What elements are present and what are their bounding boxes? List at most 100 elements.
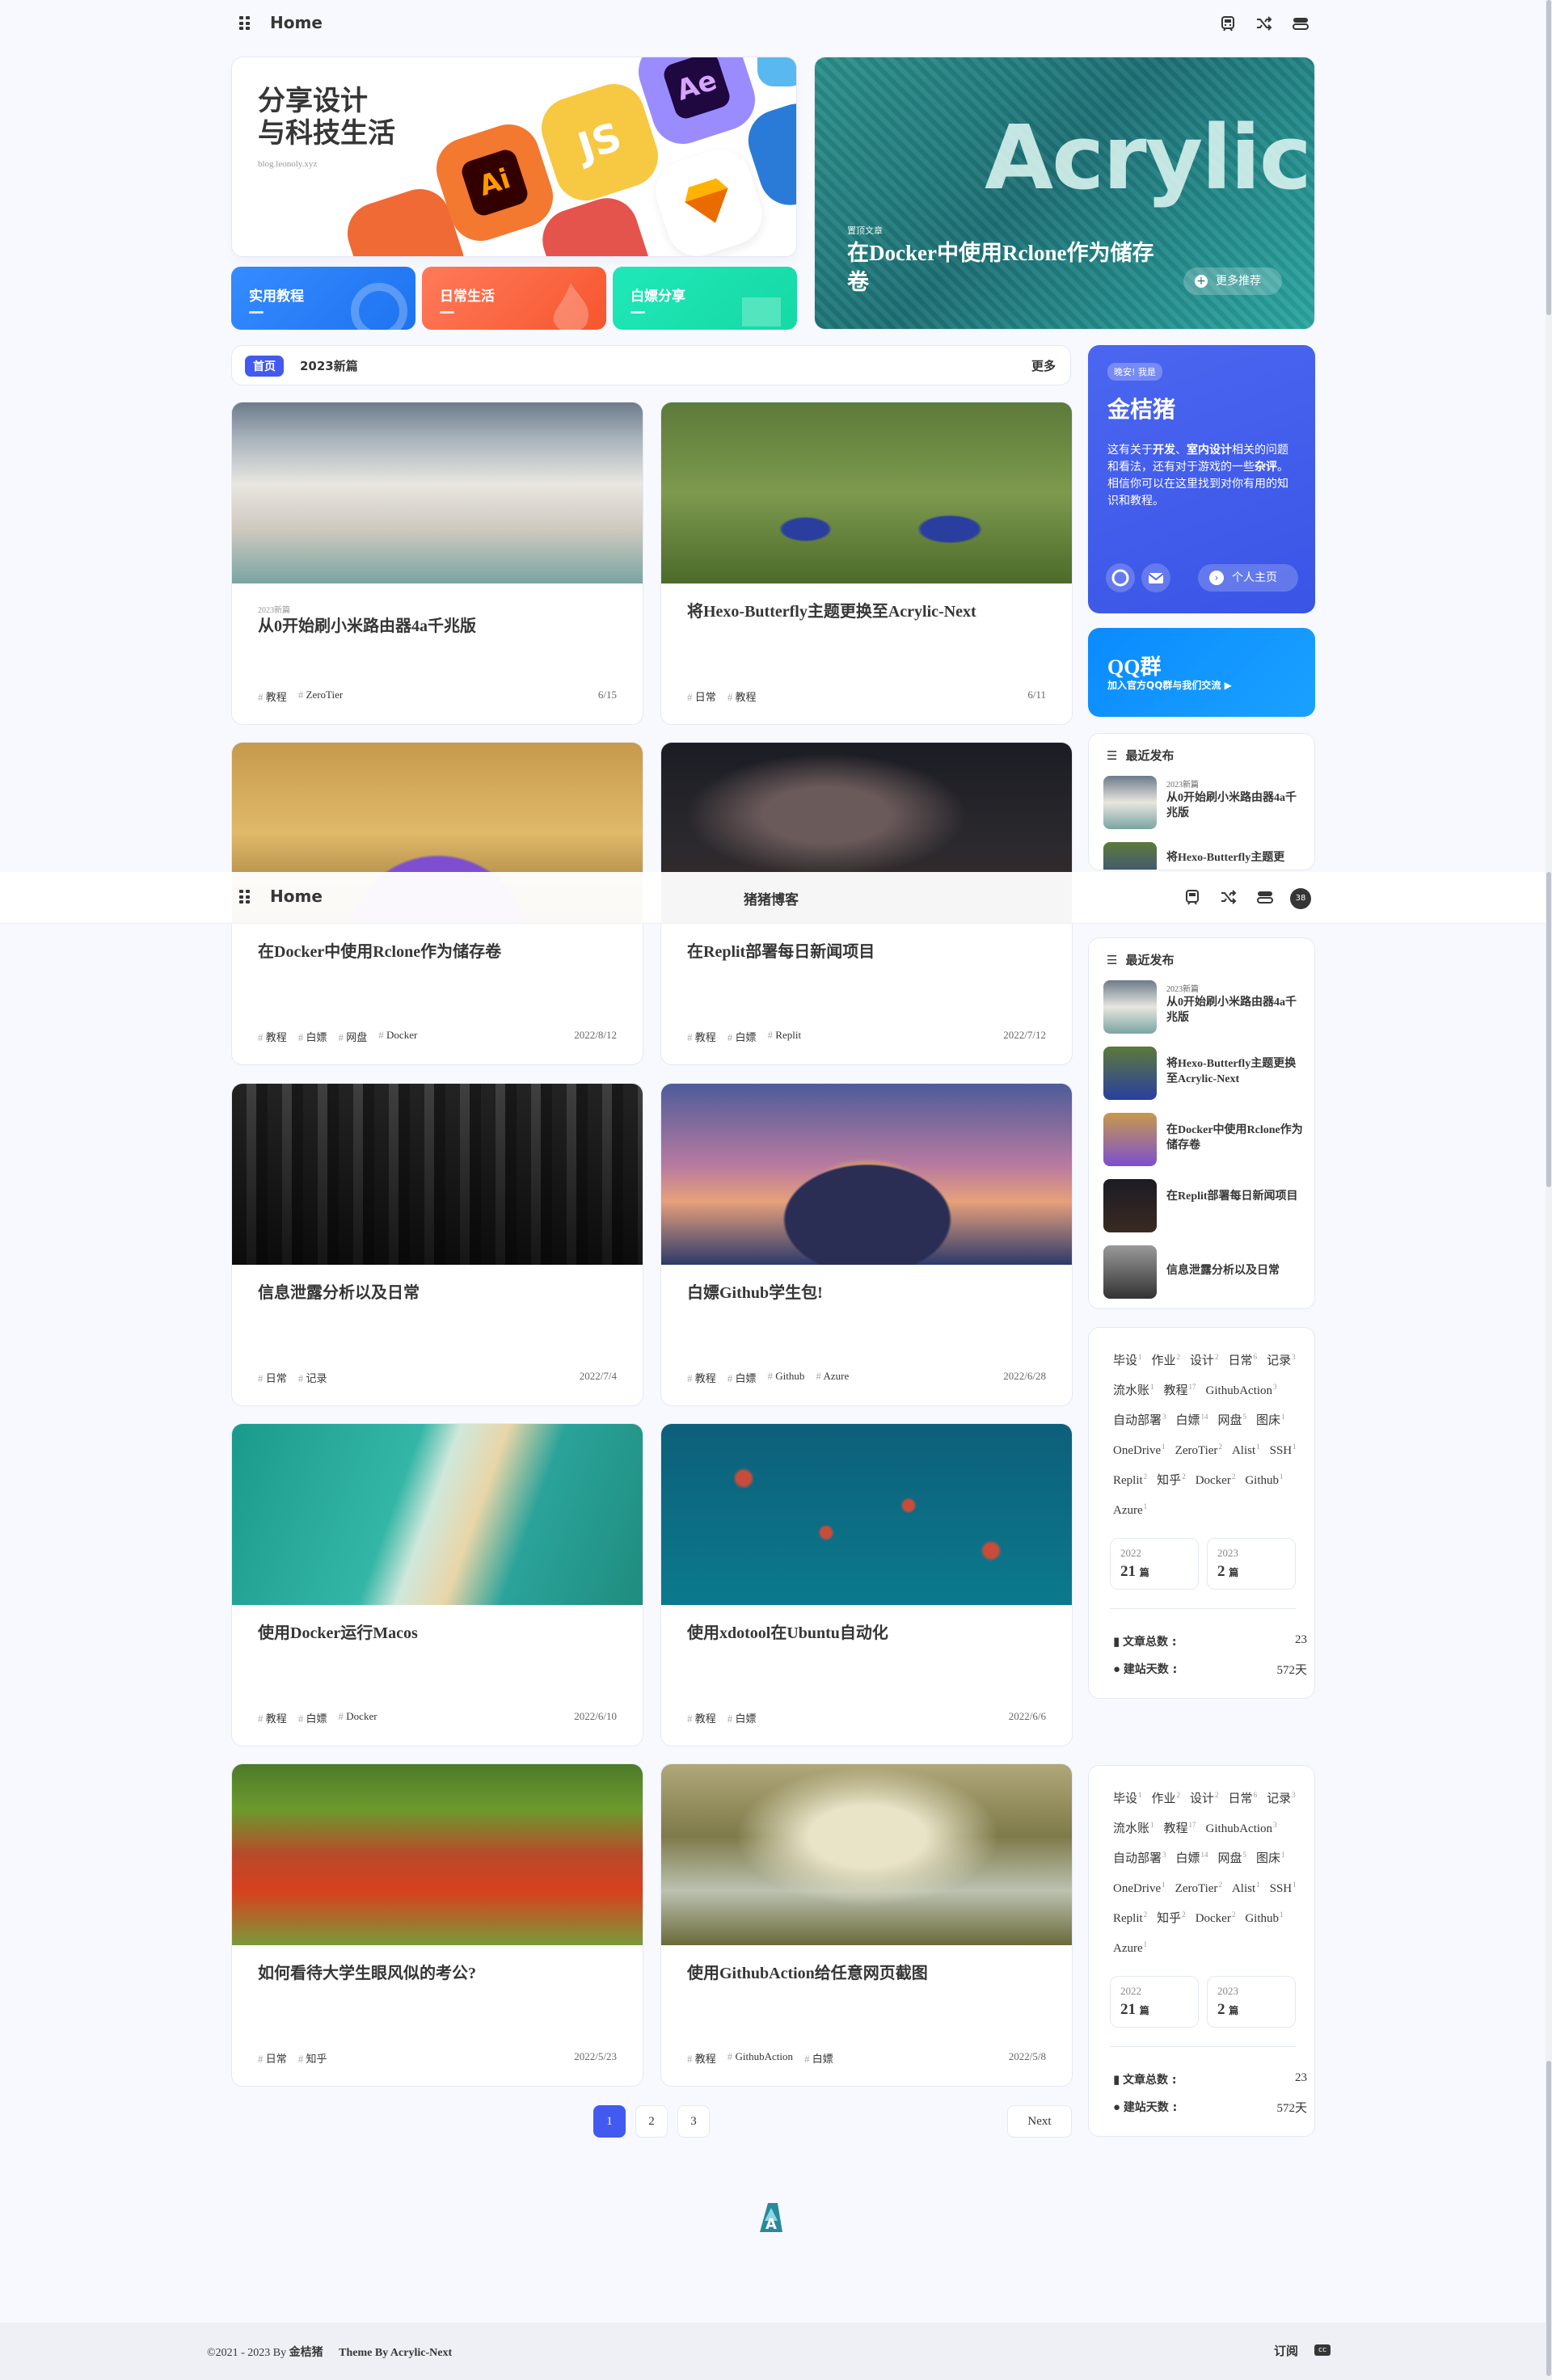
archive-2022[interactable]: 2022 21 篇: [1110, 1538, 1199, 1590]
post-card[interactable]: 2023新篇 从0开始刷小米路由器4a千兆版 教程 ZeroTier 6/15: [231, 402, 643, 725]
tag-link[interactable]: 教程17: [1164, 1812, 1196, 1842]
site-title[interactable]: 猪猪博客: [744, 888, 799, 908]
category-home-tab[interactable]: 首页: [245, 356, 284, 377]
tag-link[interactable]: 毕设1: [1113, 1344, 1142, 1374]
post-tag[interactable]: Azure: [816, 1370, 849, 1385]
post-tag[interactable]: 教程: [258, 689, 287, 704]
post-title[interactable]: 白嫖Github学生包!: [687, 1283, 1043, 1304]
more-recommend-button[interactable]: + 更多推荐: [1183, 267, 1282, 295]
post-tag[interactable]: 白嫖: [728, 1710, 757, 1725]
post-tag[interactable]: ZeroTier: [298, 689, 344, 704]
email-icon[interactable]: [1141, 563, 1170, 592]
page-2-button[interactable]: 2: [635, 2105, 668, 2138]
tag-link[interactable]: 图床1: [1256, 1404, 1285, 1434]
tag-link[interactable]: 知乎2: [1157, 1464, 1186, 1493]
tag-link[interactable]: Docker2: [1196, 1464, 1236, 1493]
post-card[interactable]: 将Hexo-Butterfly主题更换至Acrylic-Next 日常教程 6/…: [660, 402, 1073, 725]
tag-link[interactable]: Azure1: [1113, 1931, 1147, 1961]
tag-link[interactable]: Github1: [1245, 1464, 1283, 1493]
recent-item[interactable]: 将Hexo-Butterfly主题更换至Acrylic-Next: [1103, 1047, 1314, 1100]
post-tag[interactable]: 教程: [687, 1370, 716, 1385]
tag-link[interactable]: ZeroTier2: [1175, 1434, 1222, 1464]
archive-2022[interactable]: 2022 21 篇: [1110, 1976, 1199, 2028]
menu-icon[interactable]: [239, 890, 251, 904]
post-card[interactable]: 信息泄露分析以及日常 日常记录 2022/7/4: [231, 1083, 643, 1406]
post-title[interactable]: 如何看待大学生眼风似的考公?: [258, 1963, 614, 1984]
tag-link[interactable]: 白嫖14: [1176, 1404, 1208, 1434]
post-title[interactable]: 在Docker中使用Rclone作为储存卷: [258, 941, 614, 963]
tag-link[interactable]: 网盘5: [1218, 1842, 1247, 1872]
next-page-button[interactable]: Next: [1007, 2105, 1072, 2138]
tag-link[interactable]: Azure1: [1113, 1493, 1147, 1523]
tag-link[interactable]: OneDrive1: [1113, 1872, 1166, 1902]
recent-item[interactable]: 2023新篇 从0开始刷小米路由器4a千兆版: [1103, 980, 1314, 1034]
post-tag[interactable]: 白嫖: [728, 1029, 757, 1044]
recent-item[interactable]: 将Hexo-Butterfly主题更: [1103, 842, 1314, 870]
archive-2023[interactable]: 2023 2 篇: [1207, 1976, 1296, 2028]
recent-item[interactable]: 在Docker中使用Rclone作为储存卷: [1103, 1113, 1314, 1166]
post-tag[interactable]: Github: [768, 1370, 804, 1385]
train-icon[interactable]: [1183, 888, 1201, 906]
post-tag[interactable]: Docker: [339, 1710, 377, 1725]
post-title[interactable]: 信息泄露分析以及日常: [258, 1283, 614, 1304]
tag-link[interactable]: 作业2: [1152, 1782, 1181, 1812]
toggle-icon[interactable]: [1292, 15, 1310, 32]
tag-link[interactable]: Replit2: [1113, 1464, 1147, 1493]
personal-homepage-button[interactable]: › 个人主页: [1198, 564, 1298, 592]
category-life-button[interactable]: 日常生活: [422, 267, 606, 330]
recent-item[interactable]: 2023新篇 从0开始刷小米路由器4a千兆版: [1103, 776, 1314, 829]
post-tag[interactable]: 白嫖: [298, 1710, 327, 1725]
tag-link[interactable]: 图床1: [1256, 1842, 1285, 1872]
cc-license-icon[interactable]: cc: [1314, 2344, 1331, 2356]
category-free-button[interactable]: 白嫖分享: [613, 267, 797, 330]
tag-link[interactable]: GithubAction3: [1206, 1812, 1277, 1842]
post-tag[interactable]: 教程: [687, 2050, 716, 2066]
post-title[interactable]: 使用GithubAction给任意网页截图: [687, 1963, 1043, 1984]
post-tag[interactable]: 教程: [687, 1029, 716, 1044]
brand-home-link[interactable]: Home: [270, 887, 323, 906]
post-tag[interactable]: 日常: [258, 2050, 287, 2066]
post-title[interactable]: 将Hexo-Butterfly主题更换至Acrylic-Next: [687, 601, 1043, 622]
recent-item[interactable]: 在Replit部署每日新闻项目: [1103, 1179, 1314, 1232]
progress-badge[interactable]: 38: [1290, 888, 1311, 909]
post-tag[interactable]: 日常: [687, 689, 716, 704]
tag-link[interactable]: Replit2: [1113, 1902, 1147, 1931]
tag-link[interactable]: 毕设1: [1113, 1782, 1142, 1812]
post-tag[interactable]: GithubAction: [728, 2050, 794, 2066]
qq-group-card[interactable]: QQ群 加入官方QQ群与我们交流 ▶: [1088, 628, 1315, 717]
tag-link[interactable]: ZeroTier2: [1175, 1872, 1222, 1902]
post-tag[interactable]: 教程: [258, 1029, 287, 1044]
post-card[interactable]: 使用xdotool在Ubuntu自动化 教程白嫖 2022/6/6: [660, 1423, 1073, 1746]
tag-link[interactable]: 设计2: [1190, 1344, 1219, 1374]
scrollbar-thumb-3[interactable]: [1546, 2061, 1551, 2376]
tag-link[interactable]: 记录3: [1267, 1344, 1296, 1374]
subscribe-link[interactable]: 订阅: [1274, 2342, 1298, 2359]
post-card[interactable]: 使用Docker运行Macos 教程白嫖 Docker 2022/6/10: [231, 1423, 643, 1746]
post-tag[interactable]: 教程: [728, 689, 757, 704]
post-tag[interactable]: 白嫖: [298, 1029, 327, 1044]
post-title[interactable]: 在Replit部署每日新闻项目: [687, 941, 1043, 963]
page-1-button[interactable]: 1: [593, 2105, 626, 2138]
tag-link[interactable]: 知乎2: [1157, 1902, 1186, 1931]
scrollbar-thumb-1[interactable]: [1546, 0, 1551, 315]
post-tag[interactable]: 教程: [258, 1710, 287, 1725]
tag-link[interactable]: Docker2: [1196, 1902, 1236, 1931]
post-card[interactable]: 白嫖Github学生包! 教程白嫖 Github Azure 2022/6/28: [660, 1083, 1073, 1406]
recent-item[interactable]: 信息泄露分析以及日常: [1103, 1245, 1314, 1299]
tag-link[interactable]: 日常6: [1229, 1782, 1258, 1812]
tag-link[interactable]: SSH1: [1270, 1872, 1297, 1902]
tag-link[interactable]: GithubAction3: [1206, 1374, 1277, 1404]
menu-icon[interactable]: [239, 16, 251, 31]
acrylic-logo-icon[interactable]: A: [753, 2200, 789, 2235]
tag-link[interactable]: 日常6: [1229, 1344, 1258, 1374]
post-title[interactable]: 使用xdotool在Ubuntu自动化: [687, 1623, 1043, 1644]
train-icon[interactable]: [1219, 15, 1237, 32]
post-tag[interactable]: Replit: [768, 1029, 801, 1044]
post-card[interactable]: 使用GithubAction给任意网页截图 教程 GithubAction 白嫖 2…: [660, 1763, 1073, 2087]
shuffle-icon[interactable]: [1255, 15, 1272, 32]
post-title[interactable]: 从0开始刷小米路由器4a千兆版: [258, 616, 614, 637]
brand-home-link[interactable]: Home: [270, 13, 323, 32]
tag-link[interactable]: 作业2: [1152, 1344, 1181, 1374]
scrollbar-thumb-2[interactable]: [1546, 872, 1551, 1187]
tag-link[interactable]: OneDrive1: [1113, 1434, 1166, 1464]
